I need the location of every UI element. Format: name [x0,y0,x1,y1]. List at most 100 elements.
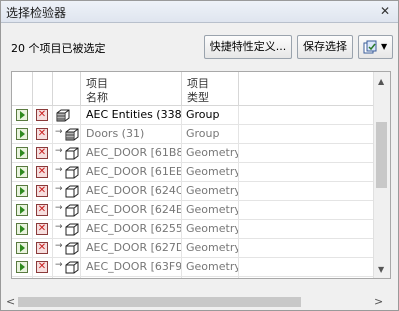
header-icon-col [53,72,81,105]
delete-cell: ✕ [33,201,53,219]
selection-grid: 项目 名称 项目 类型 ✕ AEC Entities (338) Group ✕ → Do… [11,71,391,279]
scroll-down-icon[interactable]: ▼ [378,265,384,274]
empty-cell [239,106,376,124]
empty-cell [239,277,376,278]
header-delete-col [33,72,53,105]
save-selection-button[interactable]: 保存选择 [297,35,353,59]
delete-icon[interactable]: ✕ [36,261,48,273]
scroll-right-icon[interactable]: > [374,295,383,308]
table-row[interactable]: ✕ → Doors (31) Group [12,125,376,144]
item-name-cell: AEC_DOOR [61B8] [81,144,182,162]
selection-inspector-window: 选择检验器 ✕ 20 个项目已被选定 快捷特性定义... 保存选择 ▼ 项目 名… [0,0,399,311]
item-type-cell: Geometry [182,239,239,257]
item-type-cell: Geometry [182,182,239,200]
delete-cell: ✕ [33,239,53,257]
item-type-cell: Group [182,125,239,143]
play-icon[interactable] [16,109,28,121]
options-dropdown-button[interactable]: ▼ [358,35,393,59]
type-icon-cell: → [53,201,81,219]
item-type-cell: Geometry [182,144,239,162]
play-icon[interactable] [16,166,28,178]
delete-cell: ✕ [33,163,53,181]
delete-cell: ✕ [33,144,53,162]
group-icon [56,109,80,122]
quick-properties-button[interactable]: 快捷特性定义... [204,35,292,59]
window-title: 选择检验器 [6,6,67,20]
vertical-scroll-thumb[interactable] [376,122,387,188]
selection-options-icon [363,40,377,54]
empty-cell [239,182,376,200]
type-icon-cell: → [53,239,81,257]
table-row[interactable]: ✕ → AEC_DOOR [627D] Geometry [12,239,376,258]
item-name-cell: AEC_DOOR [63F9] [81,258,182,276]
item-name-cell: AEC_DOOR [63FF] [81,277,182,278]
type-icon-cell: → [53,277,81,278]
table-row[interactable]: ✕ → AEC_DOOR [61EE] Geometry [12,163,376,182]
item-type-cell: Geometry [182,258,239,276]
play-cell [12,106,33,124]
vertical-scrollbar[interactable]: ▲ ▼ [373,72,390,278]
indent-arrow-icon: → [55,127,63,137]
header-item-type[interactable]: 项目 类型 [182,72,239,105]
table-row[interactable]: ✕ AEC Entities (338) Group [12,106,376,125]
delete-cell: ✕ [33,106,53,124]
type-icon-cell: → [53,220,81,238]
indent-arrow-icon: → [55,146,63,156]
item-name-cell: Doors (31) [81,125,182,143]
play-cell [12,201,33,219]
indent-arrow-icon: → [55,260,63,270]
delete-icon[interactable]: ✕ [36,223,48,235]
play-cell [12,182,33,200]
delete-icon[interactable]: ✕ [36,166,48,178]
table-row[interactable]: ✕→AEC_DOOR [63FF]Geometry [12,277,376,278]
item-type-cell: Geometry [182,163,239,181]
header-play-col [12,72,33,105]
delete-icon[interactable]: ✕ [36,185,48,197]
indent-arrow-icon: → [55,165,63,175]
play-icon[interactable] [16,242,28,254]
play-icon[interactable] [16,128,28,140]
play-cell [12,144,33,162]
delete-icon[interactable]: ✕ [36,147,48,159]
item-name-cell: AEC Entities (338) [81,106,182,124]
delete-cell: ✕ [33,125,53,143]
delete-icon[interactable]: ✕ [36,128,48,140]
play-icon[interactable] [16,185,28,197]
play-icon[interactable] [16,204,28,216]
play-icon[interactable] [16,261,28,273]
table-row[interactable]: ✕ → AEC_DOOR [63F9] Geometry [12,258,376,277]
empty-cell [239,201,376,219]
horizontal-scroll-thumb[interactable] [18,297,301,307]
delete-icon[interactable]: ✕ [36,109,48,121]
play-icon[interactable] [16,223,28,235]
chevron-down-icon: ▼ [381,42,388,51]
header-item-name[interactable]: 项目 名称 [81,72,182,105]
table-row[interactable]: ✕ → AEC_DOOR [624C] Geometry [12,182,376,201]
table-row[interactable]: ✕ → AEC_DOOR [624E] Geometry [12,201,376,220]
play-cell [12,239,33,257]
indent-arrow-icon: → [55,184,63,194]
delete-icon[interactable]: ✕ [36,204,48,216]
empty-cell [239,258,376,276]
table-row[interactable]: ✕ → AEC_DOOR [6255] Geometry [12,220,376,239]
item-name-cell: AEC_DOOR [627D] [81,239,182,257]
type-icon-cell: → [53,258,81,276]
close-icon[interactable]: ✕ [377,2,393,20]
empty-cell [239,239,376,257]
horizontal-scrollbar[interactable]: < > [1,294,398,310]
delete-cell: ✕ [33,277,53,278]
delete-cell: ✕ [33,182,53,200]
play-icon[interactable] [16,147,28,159]
scroll-left-icon[interactable]: < [6,295,15,308]
scroll-up-icon[interactable]: ▲ [378,77,384,86]
grid-rows: ✕ AEC Entities (338) Group ✕ → Doors (31) Grou… [12,106,376,278]
delete-icon[interactable]: ✕ [36,242,48,254]
item-name-cell: AEC_DOOR [61EE] [81,163,182,181]
item-type-cell: Group [182,106,239,124]
empty-cell [239,163,376,181]
item-name-cell: AEC_DOOR [624C] [81,182,182,200]
item-name-cell: AEC_DOOR [6255] [81,220,182,238]
table-row[interactable]: ✕ → AEC_DOOR [61B8] Geometry [12,144,376,163]
play-cell [12,258,33,276]
title-bar: 选择检验器 ✕ [1,1,398,23]
